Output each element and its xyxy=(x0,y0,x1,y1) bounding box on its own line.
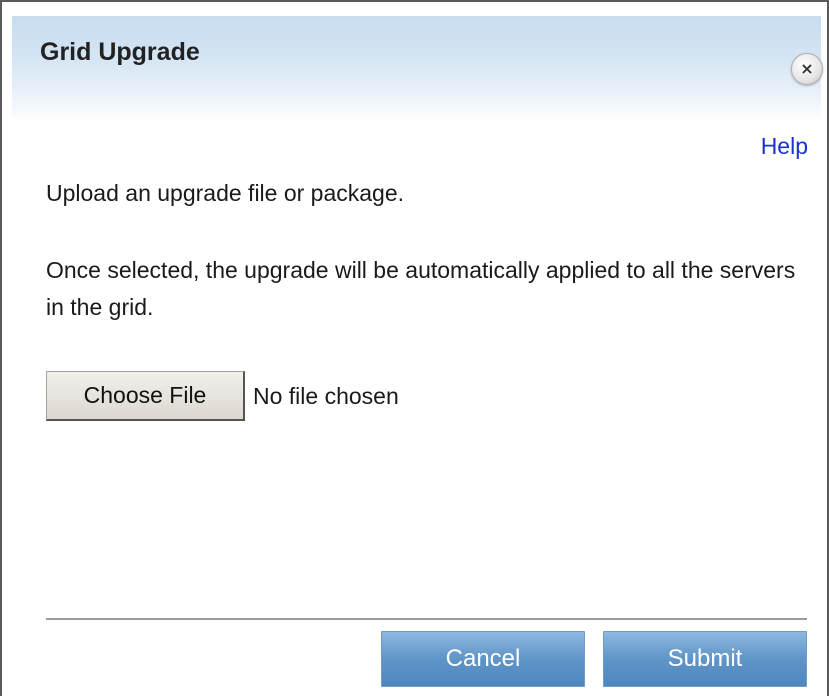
close-icon: × xyxy=(800,59,814,78)
file-input: Choose File No file chosen xyxy=(46,371,399,421)
file-status: No file chosen xyxy=(253,382,399,409)
dialog-header: Grid Upgrade × xyxy=(12,16,823,122)
choose-file-button[interactable]: Choose File xyxy=(46,371,245,421)
cancel-button[interactable]: Cancel xyxy=(381,631,585,687)
footer-divider xyxy=(46,618,807,620)
help-link[interactable]: Help xyxy=(761,133,808,160)
close-button[interactable]: × xyxy=(791,53,823,85)
info-text: Once selected, the upgrade will be autom… xyxy=(46,257,796,320)
grid-upgrade-dialog: Grid Upgrade × Help Upload an upgrade fi… xyxy=(0,0,829,696)
intro-text: Upload an upgrade file or package. xyxy=(46,180,405,206)
submit-button[interactable]: Submit xyxy=(603,631,807,687)
dialog-title: Grid Upgrade xyxy=(40,38,200,66)
